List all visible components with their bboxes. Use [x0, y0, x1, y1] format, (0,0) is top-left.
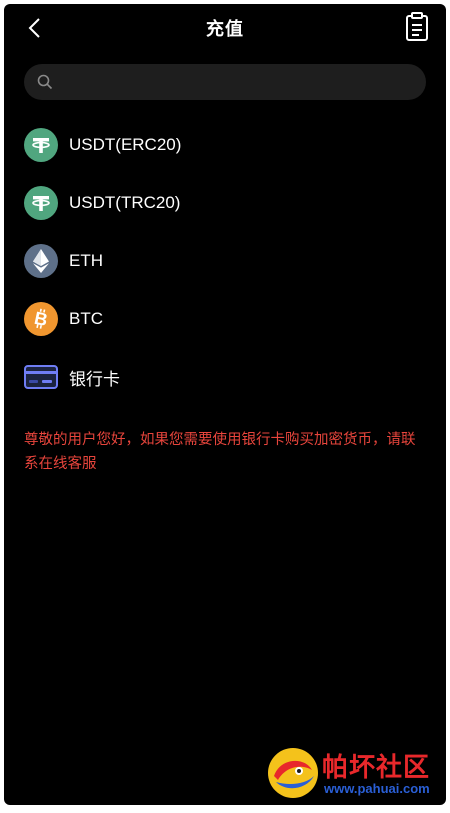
list-item-label: BTC — [69, 309, 103, 328]
watermark-title: 帕坏社区 — [322, 753, 431, 783]
list-item-label: 银行卡 — [69, 369, 120, 389]
search-icon — [36, 73, 54, 91]
recharge-screen: 充值 USDT(ERC20) USDT(TRC20) ETH B BTC 银行卡… — [4, 4, 446, 805]
watermark: 帕坏社区 www.pahuai.com — [266, 745, 438, 801]
watermark-logo-icon — [268, 748, 318, 798]
bitcoin-icon: B — [24, 302, 58, 336]
bank-card-notice: 尊敬的用户您好，如果您需要使用银行卡购买加密货币，请联系在线客服 — [24, 432, 416, 472]
payment-method-list: USDT(ERC20) USDT(TRC20) ETH B BTC 银行卡 — [4, 116, 446, 406]
list-item-label: ETH — [69, 251, 103, 270]
header-bar: 充值 — [4, 4, 446, 52]
clipboard-list-icon — [406, 12, 428, 41]
list-item-btc[interactable]: B BTC — [4, 290, 446, 348]
list-item-label: USDT(TRC20) — [69, 193, 181, 212]
tether-icon — [24, 186, 58, 220]
search-bar[interactable] — [24, 64, 426, 100]
list-item-eth[interactable]: ETH — [4, 232, 446, 290]
records-button[interactable] — [402, 10, 432, 44]
bank-card-icon — [24, 360, 58, 394]
list-item-usdt-erc20[interactable]: USDT(ERC20) — [4, 116, 446, 174]
watermark-url: www.pahuai.com — [324, 781, 430, 796]
chevron-left-icon — [28, 18, 40, 38]
list-item-bank-card[interactable]: 银行卡 — [4, 348, 446, 406]
list-item-usdt-trc20[interactable]: USDT(TRC20) — [4, 174, 446, 232]
back-button[interactable] — [20, 14, 48, 42]
tether-icon — [24, 128, 58, 162]
page-title: 充值 — [206, 19, 244, 39]
search-input[interactable] — [62, 66, 414, 98]
ethereum-icon — [24, 244, 58, 278]
list-item-label: USDT(ERC20) — [69, 135, 182, 154]
